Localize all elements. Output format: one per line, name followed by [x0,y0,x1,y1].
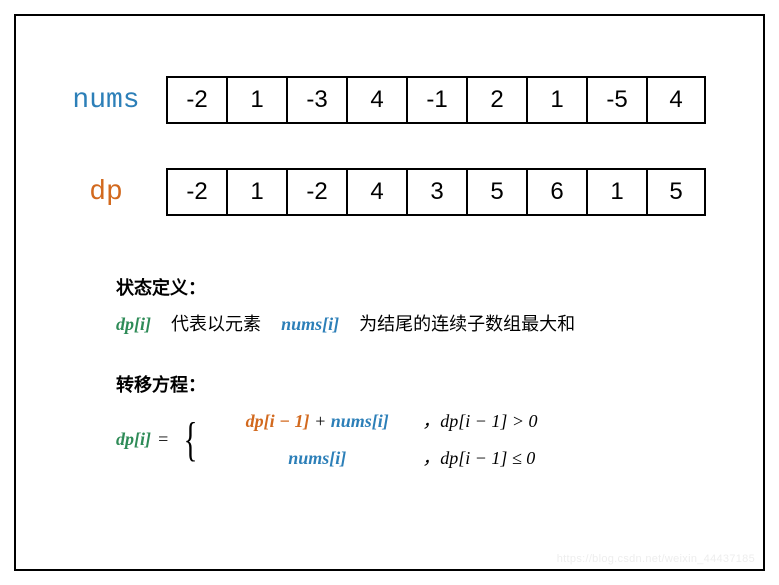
nums-cell: 1 [226,76,286,124]
dp-cell: 3 [406,168,466,216]
dp-i-term: dp[i] [116,314,151,334]
state-def-text2: 为结尾的连续子数组最大和 [359,314,575,334]
dp-i-1-term: dp[i − 1] [246,411,310,431]
transition-title: 转移方程： [116,369,723,401]
nums-cell: 4 [646,76,706,124]
dp-row: dp -2 1 -2 4 3 5 6 1 5 [56,168,723,216]
dp-cell: -2 [166,168,226,216]
cases-block: dp[i − 1] + nums[i] ，dp[i − 1] > 0 nums[… [212,405,537,474]
nums-cell: 2 [466,76,526,124]
nums-row: nums -2 1 -3 4 -1 2 1 -5 4 [56,76,723,124]
dp-array: -2 1 -2 4 3 5 6 1 5 [166,168,706,216]
nums-cell: 4 [346,76,406,124]
nums-i-term-2: nums[i] [331,411,389,431]
case-1: dp[i − 1] + nums[i] ，dp[i − 1] > 0 [212,405,537,437]
state-def-title: 状态定义： [116,272,723,304]
left-brace-icon: { [184,416,198,464]
dp-cell: 1 [226,168,286,216]
state-def-line: dp[i] 代表以元素 nums[i] 为结尾的连续子数组最大和 [116,308,723,340]
state-definition: 状态定义： dp[i] 代表以元素 nums[i] 为结尾的连续子数组最大和 [116,272,723,341]
nums-i-term-3: nums[i] [288,448,346,468]
dp-cell: -2 [286,168,346,216]
nums-cell: 1 [526,76,586,124]
plus-sign: + [310,411,331,431]
dp-cell: 4 [346,168,406,216]
state-def-text1: 代表以元素 [171,314,261,334]
equals-sign: = [157,423,169,455]
case-2: nums[i] ，dp[i − 1] ≤ 0 [212,442,537,474]
nums-cell: -1 [406,76,466,124]
nums-cell: -3 [286,76,346,124]
nums-array: -2 1 -3 4 -1 2 1 -5 4 [166,76,706,124]
case1-expr: dp[i − 1] + nums[i] [212,405,422,437]
dp-label: dp [56,177,166,208]
diagram-frame: nums -2 1 -3 4 -1 2 1 -5 4 dp -2 1 -2 4 … [14,14,765,571]
watermark-text: https://blog.csdn.net/weixin_44437185 [557,553,755,565]
transition-formula: dp[i] = { dp[i − 1] + nums[i] ，dp[i − 1]… [116,405,723,474]
nums-cell: -2 [166,76,226,124]
case2-cond: ，dp[i − 1] ≤ 0 [422,442,535,474]
lhs-dp-i: dp[i] [116,423,151,455]
explanation-block: 状态定义： dp[i] 代表以元素 nums[i] 为结尾的连续子数组最大和 转… [56,272,723,474]
dp-cell: 5 [646,168,706,216]
nums-cell: -5 [586,76,646,124]
case2-expr: nums[i] [212,442,422,474]
nums-i-term: nums[i] [281,314,339,334]
dp-cell: 6 [526,168,586,216]
dp-cell: 5 [466,168,526,216]
transition-equation: 转移方程： dp[i] = { dp[i − 1] + nums[i] ，dp[… [116,369,723,474]
nums-label: nums [56,85,166,116]
dp-cell: 1 [586,168,646,216]
case1-cond: ，dp[i − 1] > 0 [422,405,537,437]
